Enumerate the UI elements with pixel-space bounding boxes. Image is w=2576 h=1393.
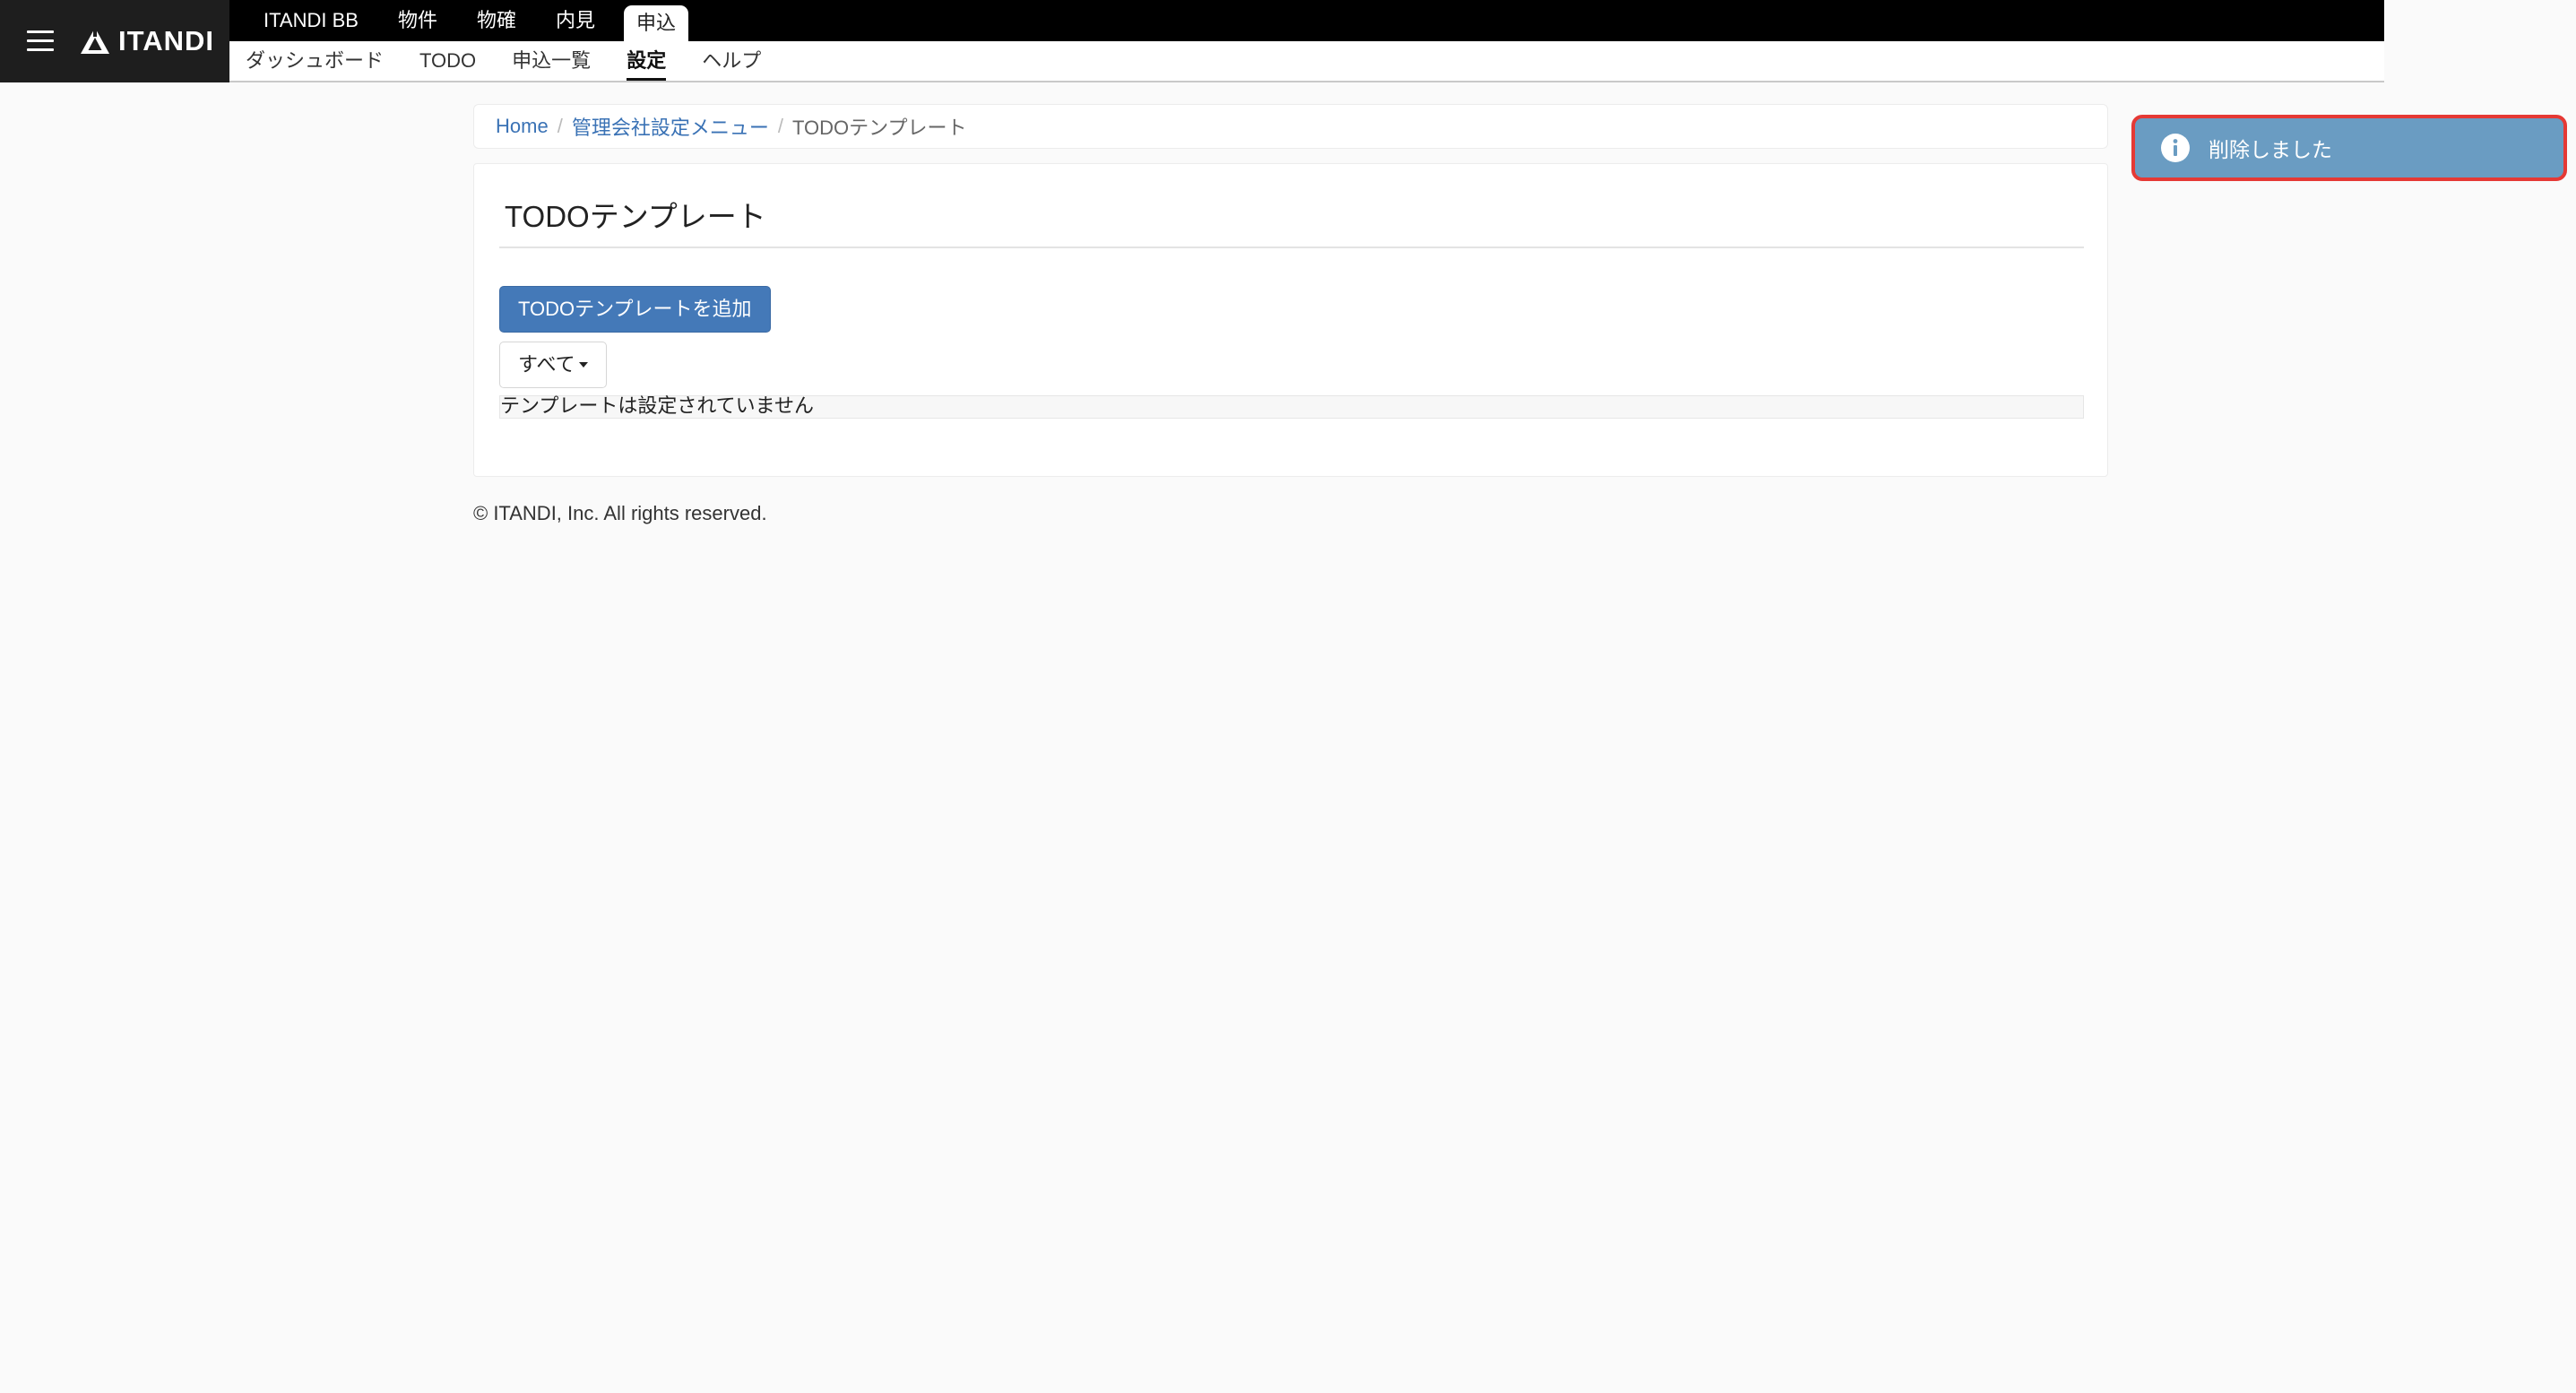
brand-area: ITANDI bbox=[0, 0, 229, 82]
toast-notification[interactable]: 削除しました bbox=[2131, 115, 2567, 181]
itandi-logo[interactable]: ITANDI bbox=[79, 25, 214, 57]
breadcrumb-settings-menu[interactable]: 管理会社設定メニュー bbox=[572, 112, 769, 141]
subnav-dashboard[interactable]: ダッシュボード bbox=[229, 41, 402, 81]
breadcrumb-separator: / bbox=[557, 115, 563, 137]
add-todo-template-button[interactable]: TODOテンプレートを追加 bbox=[499, 286, 771, 333]
breadcrumb-home[interactable]: Home bbox=[496, 115, 549, 138]
breadcrumb-separator: / bbox=[777, 115, 783, 137]
page-title: TODOテンプレート bbox=[505, 200, 766, 233]
empty-template-message: テンプレートは設定されていません bbox=[499, 395, 2084, 419]
topnav-viewing[interactable]: 内見 bbox=[536, 0, 615, 41]
topnav-itandi-bb[interactable]: ITANDI BB bbox=[229, 0, 378, 41]
subnav-settings[interactable]: 設定 bbox=[609, 41, 684, 81]
subnav-help[interactable]: ヘルプ bbox=[684, 41, 779, 81]
global-header: ITANDI ITANDI BB 物件 物確 内見 申込 ダッシュボード TOD… bbox=[0, 0, 2384, 82]
top-nav: ITANDI BB 物件 物確 内見 申込 bbox=[229, 0, 689, 41]
subnav-todo[interactable]: TODO bbox=[402, 41, 494, 81]
topnav-application[interactable]: 申込 bbox=[624, 5, 689, 41]
topnav-property-check[interactable]: 物確 bbox=[457, 0, 536, 41]
itandi-logo-icon bbox=[81, 26, 109, 54]
breadcrumb: Home / 管理会社設定メニュー / TODOテンプレート bbox=[473, 104, 2108, 149]
breadcrumb-current: TODOテンプレート bbox=[791, 117, 967, 139]
info-icon bbox=[2161, 134, 2190, 162]
caret-down-icon bbox=[578, 362, 588, 368]
toast-message: 削除しました bbox=[2209, 138, 2332, 161]
title-divider bbox=[499, 247, 2084, 248]
todo-template-panel: TODOテンプレート TODOテンプレートを追加 すべて テンプレートは設定され… bbox=[473, 163, 2108, 477]
footer-copyright: © ITANDI, Inc. All rights reserved. bbox=[473, 502, 767, 524]
subnav-application-list[interactable]: 申込一覧 bbox=[494, 41, 609, 81]
hamburger-menu-icon[interactable] bbox=[27, 30, 54, 52]
sub-nav: ダッシュボード TODO 申込一覧 設定 ヘルプ bbox=[229, 41, 2384, 82]
brand-name: ITANDI bbox=[118, 25, 215, 56]
filter-dropdown-label: すべて bbox=[518, 353, 575, 376]
filter-dropdown[interactable]: すべて bbox=[499, 342, 607, 388]
topnav-properties[interactable]: 物件 bbox=[378, 0, 457, 41]
